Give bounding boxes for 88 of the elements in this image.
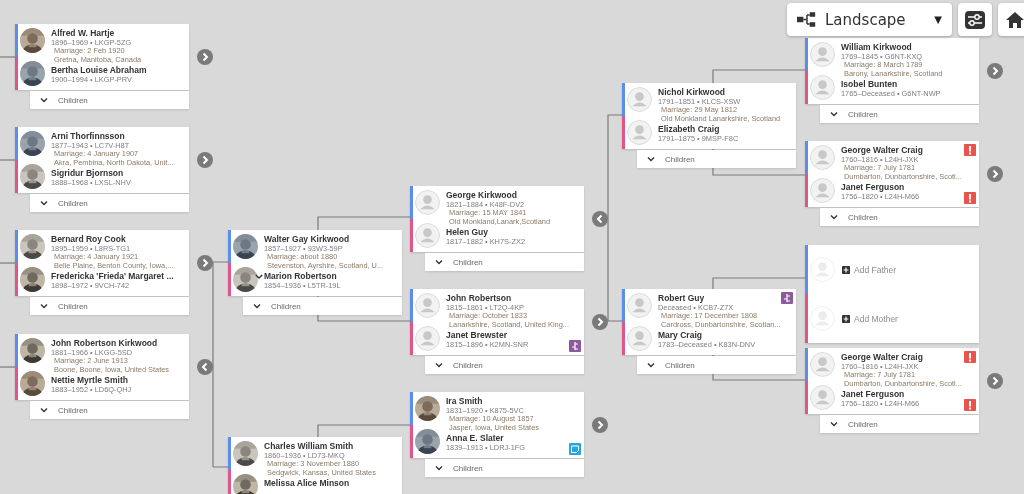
- home-icon: [1005, 10, 1024, 29]
- person-name[interactable]: Arni Thorfinnsson: [51, 131, 125, 141]
- children-button[interactable]: Children: [425, 253, 584, 271]
- children-button[interactable]: Children: [243, 297, 402, 315]
- person-name[interactable]: Isobel Bunten: [841, 79, 898, 89]
- tree-icon: [797, 12, 817, 27]
- person-name[interactable]: George Kirkwood: [446, 190, 517, 200]
- add-father-button[interactable]: Add Father: [842, 264, 897, 275]
- branch-icon[interactable]: [781, 292, 793, 304]
- chevron-icon: [40, 200, 48, 206]
- children-button[interactable]: Children: [30, 194, 189, 212]
- person-name[interactable]: Bertha Louise Abraham: [51, 65, 147, 75]
- plus-icon: [842, 265, 850, 274]
- person-name[interactable]: Ira Smith: [446, 396, 483, 406]
- next-button[interactable]: [592, 314, 608, 330]
- person-name[interactable]: Janet Ferguson: [841, 389, 905, 399]
- person-name[interactable]: Robert Guy: [658, 293, 705, 303]
- person-name[interactable]: Bernard Roy Cook: [51, 234, 126, 244]
- chevron-icon: [830, 214, 838, 220]
- back-button[interactable]: [592, 211, 608, 227]
- chevron-icon[interactable]: [255, 272, 263, 280]
- avatar-icon: [809, 306, 835, 331]
- person-name[interactable]: Fredericka 'Frieda' Margaret ...: [51, 271, 174, 281]
- person-name[interactable]: Nichol Kirkwood: [658, 87, 726, 97]
- chevron-icon: [40, 407, 48, 413]
- chevron-icon: [830, 111, 838, 117]
- chevron-icon: [40, 97, 48, 103]
- children-button[interactable]: Children: [30, 297, 189, 315]
- chevron-icon: [647, 156, 655, 162]
- person-name[interactable]: Alfred W. Hartje: [51, 28, 115, 38]
- person-name[interactable]: Janet Brewster: [446, 330, 507, 340]
- chevron-icon: [647, 362, 655, 368]
- person-name[interactable]: John Robertson: [446, 293, 512, 303]
- person-name[interactable]: Charles William Smith: [264, 441, 354, 451]
- person-name[interactable]: Nettie Myrtle Smith: [51, 375, 128, 385]
- person-name[interactable]: George Walter Craig: [841, 352, 923, 362]
- children-button[interactable]: Children: [425, 459, 584, 477]
- note-icon[interactable]: [569, 443, 581, 455]
- person-name[interactable]: Anna E. Slater: [446, 433, 504, 443]
- person-name[interactable]: William Kirkwood: [841, 42, 912, 52]
- next-button[interactable]: [197, 152, 213, 168]
- connector-line: [0, 56, 16, 58]
- person-name[interactable]: John Robertson Kirkwood: [51, 338, 158, 348]
- alert-icon[interactable]: [964, 144, 976, 156]
- children-button[interactable]: Children: [820, 208, 979, 226]
- connector-line: [0, 262, 16, 264]
- person-name[interactable]: Marion Robertson: [264, 271, 337, 281]
- next-button[interactable]: [987, 373, 1003, 389]
- next-button[interactable]: [197, 255, 213, 271]
- next-button[interactable]: [197, 49, 213, 65]
- chevron-icon: [830, 421, 838, 427]
- layout-dropdown[interactable]: Landscape ▼: [787, 3, 952, 36]
- connector-line: [0, 366, 16, 368]
- person-name[interactable]: Walter Gay Kirkwood: [264, 234, 350, 244]
- branch-icon[interactable]: [569, 340, 581, 352]
- chevron-icon: [40, 303, 48, 309]
- children-button[interactable]: Children: [637, 150, 796, 168]
- home-button[interactable]: [998, 3, 1024, 36]
- person-name[interactable]: Janet Ferguson: [841, 182, 905, 192]
- chevron-icon: [435, 465, 443, 471]
- back-button[interactable]: [197, 359, 213, 375]
- connector-line: [0, 159, 16, 161]
- alert-icon[interactable]: [964, 192, 976, 204]
- person-name[interactable]: George Walter Craig: [841, 145, 923, 155]
- person-name[interactable]: Melissa Alice Minson: [264, 478, 350, 488]
- person-name[interactable]: Sigridur Bjornson: [51, 168, 124, 178]
- plus-icon: [842, 314, 850, 323]
- settings-button[interactable]: [958, 3, 992, 36]
- chevron-icon: [435, 259, 443, 265]
- children-button[interactable]: Children: [820, 105, 979, 123]
- next-button[interactable]: [592, 417, 608, 433]
- person-name[interactable]: Mary Craig: [658, 330, 702, 340]
- alert-icon[interactable]: [964, 399, 976, 411]
- person-name[interactable]: Helen Guy: [446, 227, 489, 237]
- children-button[interactable]: Children: [30, 91, 189, 109]
- settings-icon: [965, 10, 985, 29]
- next-button[interactable]: [987, 63, 1003, 79]
- children-button[interactable]: Children: [30, 401, 189, 419]
- children-button[interactable]: Children: [637, 356, 796, 374]
- chevron-icon: [253, 303, 261, 309]
- avatar-icon: [809, 257, 835, 282]
- next-button[interactable]: [987, 166, 1003, 182]
- children-button[interactable]: Children: [425, 356, 584, 374]
- person-name[interactable]: Elizabeth Craig: [658, 124, 720, 134]
- add-mother-button[interactable]: Add Mother: [842, 313, 898, 324]
- children-button[interactable]: Children: [820, 415, 979, 433]
- chevron-icon: [435, 362, 443, 368]
- alert-icon[interactable]: [964, 351, 976, 363]
